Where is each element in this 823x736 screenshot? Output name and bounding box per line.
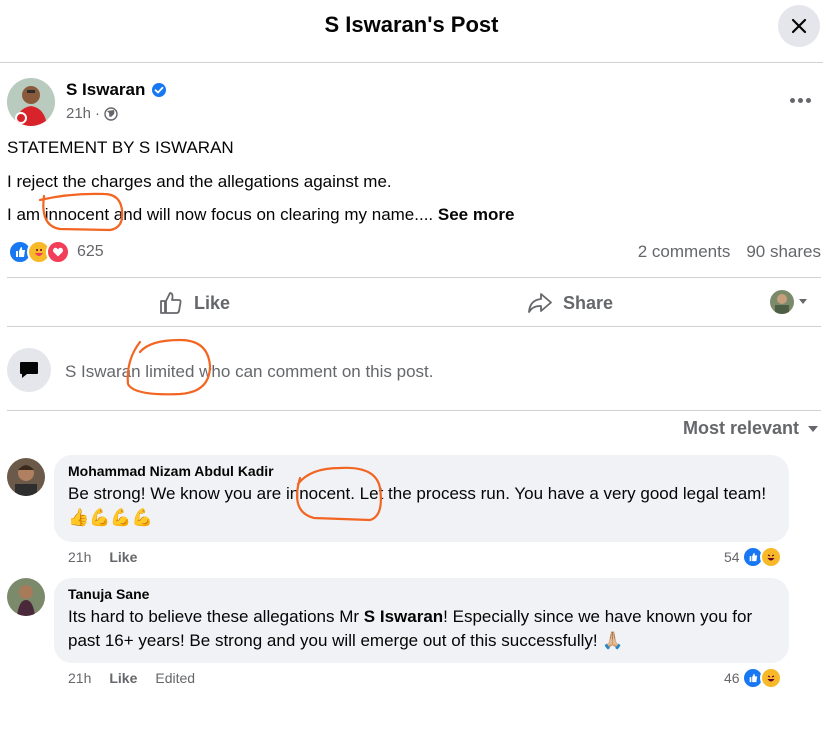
comment-bubble: Mohammad Nizam Abdul Kadir Be strong! We… (54, 455, 789, 542)
comment-reactions[interactable]: 46 (724, 667, 782, 689)
post-line-3-text: I am innocent and will now focus on clea… (7, 205, 434, 224)
see-more-link[interactable]: See more (438, 205, 515, 224)
engagement-stats: 2 comments 90 shares (638, 242, 821, 262)
limited-comments-notice: S Iswaran limited who can comment on thi… (65, 362, 434, 381)
comment-time[interactable]: 21h (68, 670, 91, 686)
commenter-name[interactable]: Mohammad Nizam Abdul Kadir (68, 463, 777, 479)
globe-icon (104, 106, 118, 121)
dialog-title: S Iswaran's Post (324, 12, 499, 37)
share-icon (528, 293, 552, 313)
comment-actions: 21h Like Edited (68, 670, 195, 686)
shares-count[interactable]: 90 shares (746, 242, 821, 262)
divider (7, 326, 821, 327)
close-button[interactable] (778, 5, 820, 47)
verified-badge-icon (152, 83, 167, 97)
post-line-3: I am innocent and will now focus on clea… (7, 205, 514, 225)
author-name-row: S Iswaran (66, 80, 167, 100)
post-options-button[interactable] (784, 88, 816, 112)
profile-avatar-small (770, 290, 794, 314)
share-button[interactable]: Share (527, 286, 613, 320)
post-line-2: I reject the charges and the allegations… (7, 172, 392, 191)
thumbs-up-icon (160, 292, 182, 314)
commenter-name[interactable]: Tanuja Sane (68, 586, 777, 602)
mention-link[interactable]: S Iswaran (364, 607, 443, 626)
author-name[interactable]: S Iswaran (66, 80, 145, 100)
divider (7, 277, 821, 278)
comment-reaction-count: 54 (724, 549, 740, 565)
post-time[interactable]: 21h (66, 105, 91, 122)
comment-restricted-icon (7, 348, 51, 392)
caret-down-icon (808, 425, 819, 432)
react-as-selector[interactable] (770, 290, 808, 314)
comment-sort-dropdown[interactable]: Most relevant (683, 418, 819, 439)
share-label: Share (563, 292, 614, 313)
comment-bubble: Tanuja Sane Its hard to believe these al… (54, 578, 789, 663)
comment-like-button[interactable]: Like (109, 670, 137, 686)
divider (7, 410, 821, 411)
header-divider (0, 62, 823, 63)
comment-actions: 21h Like (68, 549, 137, 565)
like-button[interactable]: Like (158, 286, 230, 320)
caret-down-icon (799, 299, 807, 304)
commenter-avatar[interactable] (7, 458, 45, 496)
post-line-1: STATEMENT BY S ISWARAN (7, 138, 234, 157)
reaction-count: 625 (77, 243, 104, 260)
post-meta: 21h · (66, 105, 118, 122)
comment-reactions[interactable]: 54 (724, 546, 782, 568)
comments-count[interactable]: 2 comments (638, 242, 731, 262)
comment-time[interactable]: 21h (68, 549, 91, 565)
comment-text-start: Its hard to believe these allegations Mr (68, 607, 364, 626)
close-icon (791, 18, 807, 34)
love-reaction-icon (46, 240, 70, 264)
edited-label: Edited (155, 670, 196, 686)
author-avatar[interactable] (7, 78, 55, 126)
like-label: Like (194, 292, 231, 313)
comment-like-button[interactable]: Like (109, 549, 137, 565)
sort-label: Most relevant (683, 418, 800, 438)
commenter-avatar[interactable] (7, 578, 45, 616)
comment-text: Be strong! We know you are innocent. Let… (68, 484, 767, 527)
haha-reaction-icon (759, 546, 782, 568)
comment-text: Its hard to believe these allegations Mr… (68, 605, 777, 653)
comment-reaction-count: 46 (724, 670, 740, 686)
haha-reaction-icon (759, 667, 782, 689)
reactions-summary[interactable]: 625 (8, 240, 104, 264)
